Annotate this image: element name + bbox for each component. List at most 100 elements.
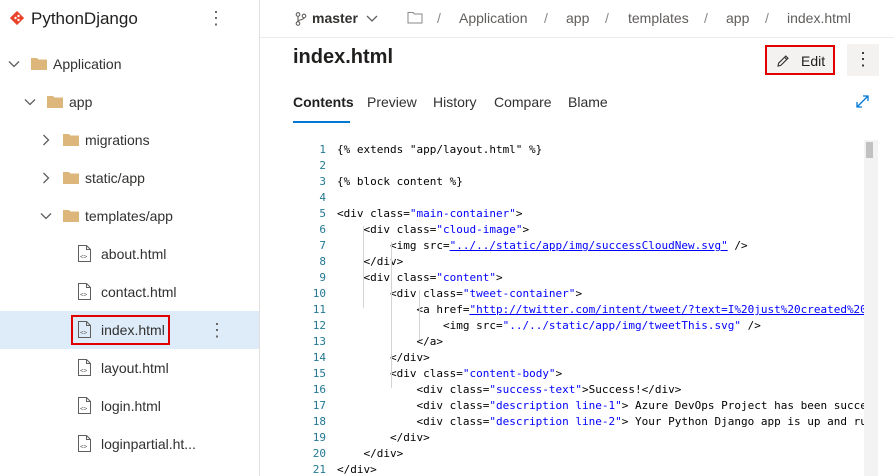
tree-file-row[interactable]: <> index.html ⋮ (0, 311, 259, 349)
code-token: <img src= (337, 239, 450, 252)
line-number: 18 (312, 415, 326, 428)
tree-item-label: login.html (101, 398, 161, 414)
chevron-down-icon[interactable] (24, 96, 36, 108)
code-string: "../../static/app/img/tweetThis.svg" (502, 319, 741, 332)
breadcrumb-separator: / (605, 10, 609, 26)
pencil-icon (777, 55, 789, 67)
code-text: <div class="success-text">Success!</div> (337, 382, 681, 398)
tree-folder-row[interactable]: static/app (0, 159, 259, 197)
code-link[interactable]: "../../static/app/img/successCloudNew.sv… (450, 239, 728, 252)
vertical-scrollbar[interactable] (864, 140, 878, 476)
tree-folder-row[interactable]: app (0, 83, 259, 121)
line-number: 16 (312, 383, 326, 396)
code-line: 21 </div> (293, 462, 878, 476)
tree-folder-row[interactable]: templates/app (0, 197, 259, 235)
chevron-right-icon[interactable] (40, 172, 52, 184)
repo-more-options-icon[interactable]: ⋮ (207, 8, 225, 30)
code-token: </div> (337, 351, 430, 364)
code-token: > Azure DevOps Project has been successf… (621, 399, 878, 412)
branch-icon (295, 12, 307, 26)
folder-icon (63, 210, 79, 222)
line-number: 9 (319, 271, 326, 284)
line-number: 6 (319, 223, 326, 236)
line-number: 17 (312, 399, 326, 412)
tab-contents[interactable]: Contents (293, 94, 354, 110)
code-token: </div> (337, 255, 404, 268)
code-string: "description line-2" (489, 415, 622, 428)
code-line: 15 <div class="content-body"> (293, 366, 878, 382)
code-link[interactable]: "http://twitter.com/intent/tweet/?text=I… (469, 303, 878, 316)
code-text: <div class="content-body"> (337, 366, 562, 382)
code-text: <div class="content"> (337, 270, 503, 286)
more-actions-button[interactable]: ⋮ (847, 44, 879, 76)
code-string: "description line-1" (489, 399, 622, 412)
edit-button-label: Edit (801, 53, 826, 69)
code-token: /> (741, 319, 761, 332)
chevron-down-icon[interactable] (40, 210, 52, 222)
code-text: </div> (337, 446, 403, 462)
code-text: <img src="../../static/app/img/successCl… (337, 238, 748, 254)
code-token: > (515, 207, 523, 220)
repo-name[interactable]: PythonDjango (31, 9, 138, 29)
breadcrumb-separator: / (544, 10, 548, 26)
svg-text:<>: <> (80, 406, 88, 413)
code-string: "content-body" (462, 367, 556, 380)
code-token: > (495, 271, 503, 284)
line-number: 14 (312, 351, 326, 364)
code-line: 11 <a href="http://twitter.com/intent/tw… (293, 302, 878, 318)
tree-file-row[interactable]: <> login.html (0, 387, 259, 425)
chevron-down-icon[interactable] (8, 58, 20, 70)
expand-icon[interactable] (855, 94, 870, 109)
breadcrumb-app-2[interactable]: app (726, 10, 749, 26)
tree-file-row[interactable]: <> loginpartial.ht... (0, 425, 259, 463)
scrollbar-thumb[interactable] (866, 142, 873, 158)
tree-file-row[interactable]: <> about.html (0, 235, 259, 273)
tab-preview[interactable]: Preview (367, 94, 417, 110)
code-text: <img src="../../static/app/img/tweetThis… (337, 318, 761, 334)
edit-button[interactable]: Edit (765, 45, 835, 75)
tab-blame[interactable]: Blame (568, 94, 608, 110)
line-number: 8 (319, 255, 326, 268)
file-more-options-icon[interactable]: ⋮ (208, 320, 226, 340)
repo-header: PythonDjango ⋮ (0, 0, 260, 40)
code-viewer[interactable]: 1 {% extends "app/layout.html" %} 2 3 {% blo… (293, 140, 878, 476)
code-string: "success-text" (489, 383, 583, 396)
code-token: <div class= (337, 383, 490, 396)
code-string: "tweet-container" (462, 287, 576, 300)
code-line: 4 (293, 190, 878, 206)
tab-compare[interactable]: Compare (494, 94, 552, 110)
breadcrumb-application[interactable]: Application (459, 10, 528, 26)
chevron-right-icon[interactable] (40, 134, 52, 146)
folder-icon (31, 58, 47, 70)
breadcrumb-app[interactable]: app (566, 10, 589, 26)
line-number: 19 (312, 431, 326, 444)
line-number: 15 (312, 367, 326, 380)
code-text: </div> (337, 462, 377, 476)
tree-item-label: templates/app (85, 208, 173, 224)
tree-folder-row[interactable]: migrations (0, 121, 259, 159)
code-text: <div class="description line-2"> Your Py… (337, 414, 878, 430)
code-line: 7 <img src="../../static/app/img/success… (293, 238, 878, 254)
svg-text:<>: <> (80, 368, 88, 375)
line-number: 10 (312, 287, 326, 300)
code-line: 8 </div> (293, 254, 878, 270)
code-text: </div> (337, 430, 430, 446)
tree-file-row[interactable]: <> contact.html (0, 273, 259, 311)
tab-history[interactable]: History (433, 94, 477, 110)
code-token: </div> (337, 447, 404, 460)
code-line: 1 {% extends "app/layout.html" %} (293, 142, 878, 158)
code-token: > (522, 223, 530, 236)
svg-text:<>: <> (80, 292, 88, 299)
tree-folder-row[interactable]: Application (0, 45, 259, 83)
code-token: <div class= (337, 223, 437, 236)
tree-item-label: contact.html (101, 284, 177, 300)
breadcrumb-templates[interactable]: templates (628, 10, 689, 26)
code-line: 18 <div class="description line-2"> Your… (293, 414, 878, 430)
code-string: "main-container" (409, 207, 516, 220)
code-line: 16 <div class="success-text">Success!</d… (293, 382, 878, 398)
tree-file-row[interactable]: <> layout.html (0, 349, 259, 387)
code-line: 10 <div class="tweet-container"> (293, 286, 878, 302)
tree-item-label: Application (53, 56, 122, 72)
code-token: > Your Python Django app is up and runni… (621, 415, 878, 428)
file-explorer-sidebar: PythonDjango ⋮ Application app migrations s… (0, 0, 260, 476)
